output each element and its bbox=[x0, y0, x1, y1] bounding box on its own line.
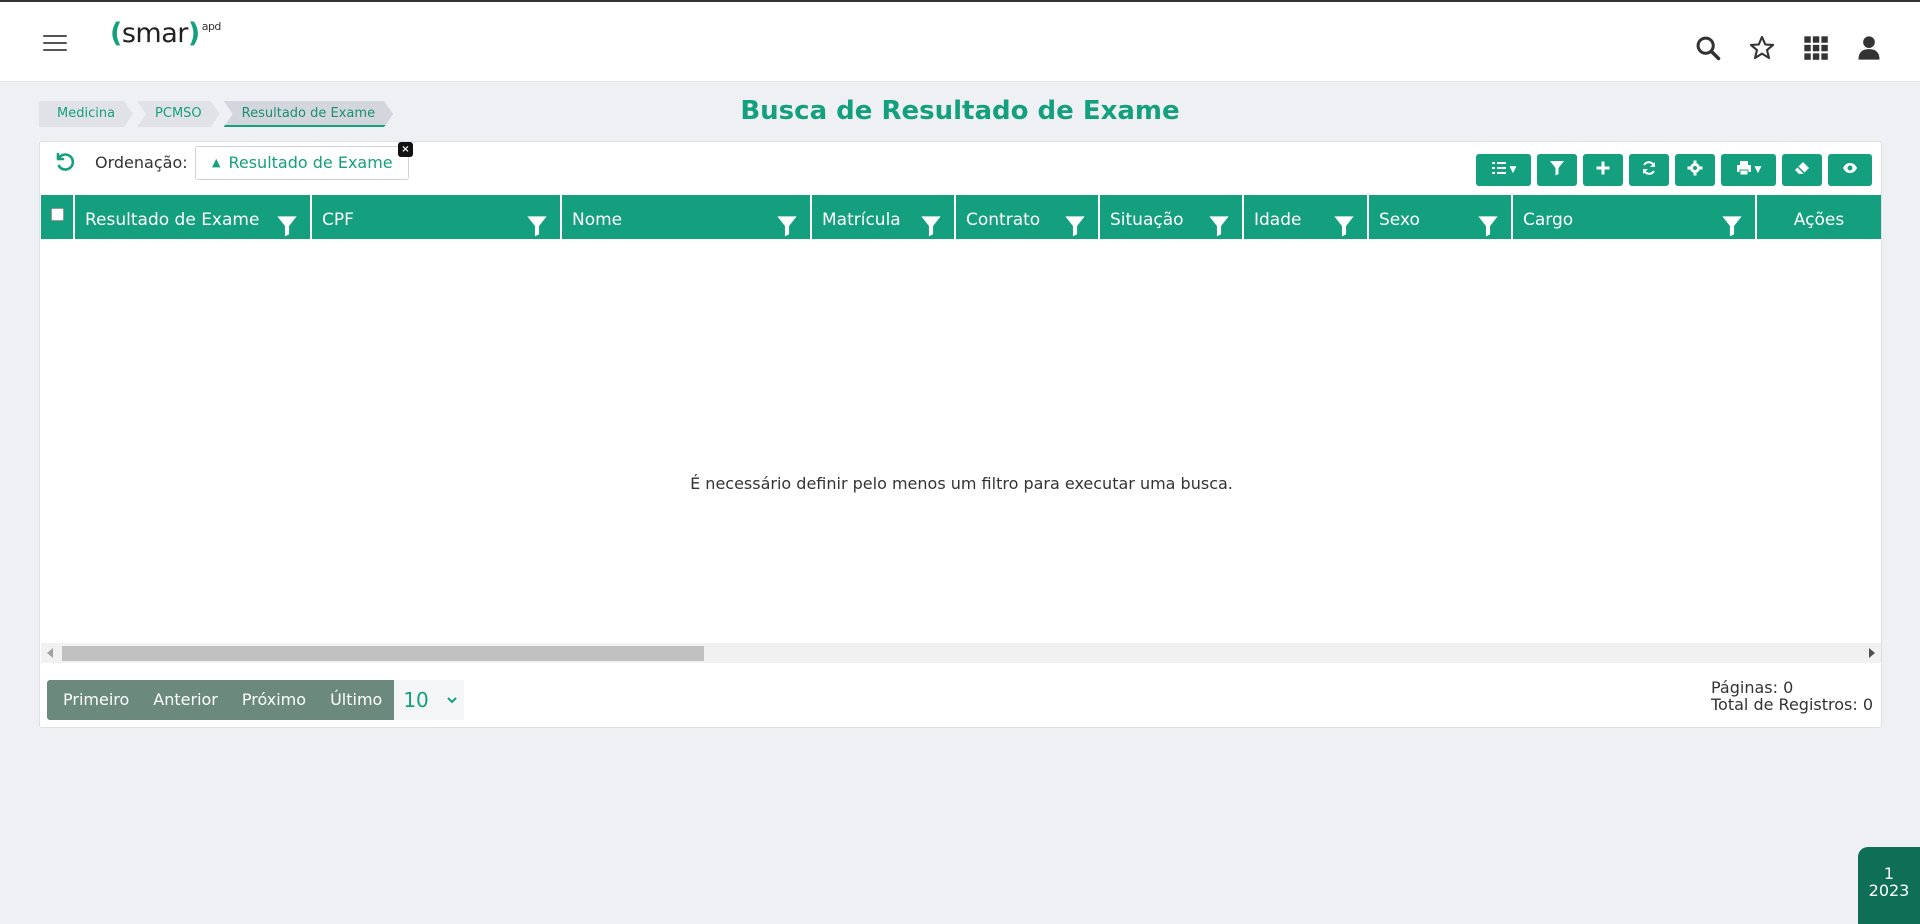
column-filter-icon[interactable] bbox=[526, 207, 548, 237]
column-idade[interactable]: Idade bbox=[1244, 195, 1369, 239]
column-acoes: Ações bbox=[1793, 210, 1845, 230]
close-icon[interactable]: × bbox=[398, 142, 413, 157]
eye-icon bbox=[1842, 160, 1858, 180]
user-icon[interactable] bbox=[1855, 34, 1883, 62]
undo-icon[interactable] bbox=[52, 149, 76, 173]
search-icon[interactable] bbox=[1694, 34, 1722, 62]
breadcrumb-item-resultado-de-exame[interactable]: Resultado de Exame bbox=[224, 101, 393, 127]
next-page-button[interactable]: Próximo bbox=[229, 680, 319, 720]
view-button[interactable] bbox=[1828, 154, 1872, 186]
breadcrumb-item-medicina[interactable]: Medicina bbox=[39, 101, 133, 127]
period-badge[interactable]: 1 2023 bbox=[1858, 847, 1920, 924]
settings-icon bbox=[1687, 160, 1703, 180]
column-filter-icon[interactable] bbox=[1477, 207, 1499, 237]
column-cargo[interactable]: Cargo bbox=[1513, 195, 1757, 239]
previous-page-button[interactable]: Anterior bbox=[141, 680, 230, 720]
eraser-icon bbox=[1794, 160, 1810, 180]
settings-button[interactable] bbox=[1675, 154, 1715, 186]
column-filter-icon[interactable] bbox=[1064, 207, 1086, 237]
column-nome[interactable]: Nome bbox=[562, 195, 812, 239]
app-header: (smar) apd bbox=[0, 2, 1920, 82]
breadcrumb: Medicina PCMSO Resultado de Exame bbox=[39, 101, 397, 127]
empty-message: É necessário definir pelo menos um filtr… bbox=[690, 474, 1233, 493]
columns-list-icon bbox=[1491, 160, 1507, 180]
clear-button[interactable] bbox=[1782, 154, 1822, 186]
filter-icon bbox=[1549, 160, 1565, 180]
caret-down-icon: ▼ bbox=[1754, 165, 1762, 175]
column-filter-icon[interactable] bbox=[1333, 207, 1355, 237]
pagination: Primeiro Anterior Próximo Último 10 bbox=[47, 680, 465, 720]
sort-chip-label: Resultado de Exame bbox=[228, 153, 393, 172]
scroll-right-icon[interactable] bbox=[1869, 648, 1875, 658]
last-page-button[interactable]: Último bbox=[318, 680, 395, 720]
period-month: 1 bbox=[1883, 864, 1895, 883]
period-year: 2023 bbox=[1868, 881, 1910, 900]
logo[interactable]: (smar) apd bbox=[110, 18, 221, 58]
chevron-down-icon bbox=[447, 697, 458, 704]
breadcrumb-item-pcmso[interactable]: PCMSO bbox=[137, 101, 220, 127]
apps-grid-icon[interactable] bbox=[1802, 34, 1830, 62]
select-all-checkbox[interactable] bbox=[51, 208, 64, 221]
column-resultado-de-exame[interactable]: Resultado de Exame bbox=[75, 195, 312, 239]
column-filter-icon[interactable] bbox=[276, 207, 298, 237]
column-filter-icon[interactable] bbox=[1208, 207, 1230, 237]
page-title: Busca de Resultado de Exame bbox=[740, 96, 1180, 126]
column-contrato[interactable]: Contrato bbox=[956, 195, 1100, 239]
column-filter-icon[interactable] bbox=[1721, 207, 1743, 237]
search-panel: Ordenação: ▲ Resultado de Exame × ▼ ▼ Re… bbox=[39, 141, 1882, 728]
scrollbar-thumb[interactable] bbox=[62, 646, 704, 661]
ordering-label: Ordenação: bbox=[95, 153, 188, 172]
refresh-button[interactable] bbox=[1629, 154, 1669, 186]
table-header: Resultado de Exame CPF Nome Matrícula Co… bbox=[41, 195, 1881, 239]
sort-chip[interactable]: ▲ Resultado de Exame bbox=[195, 146, 409, 180]
menu-icon[interactable] bbox=[43, 35, 67, 53]
total-records: Total de Registros: 0 bbox=[1711, 695, 1873, 714]
add-button[interactable] bbox=[1583, 154, 1623, 186]
horizontal-scrollbar[interactable] bbox=[41, 643, 1881, 663]
toolbar: ▼ ▼ bbox=[1476, 154, 1872, 186]
select-all-cell bbox=[41, 195, 75, 239]
print-icon bbox=[1736, 160, 1752, 180]
column-filter-icon[interactable] bbox=[776, 207, 798, 237]
scroll-left-icon[interactable] bbox=[47, 648, 53, 658]
pages-count: Páginas: 0 bbox=[1711, 678, 1794, 697]
print-button[interactable]: ▼ bbox=[1721, 154, 1776, 186]
star-icon[interactable] bbox=[1748, 34, 1776, 62]
refresh-icon bbox=[1641, 160, 1657, 180]
column-situacao[interactable]: Situação bbox=[1100, 195, 1244, 239]
sort-ascending-icon: ▲ bbox=[212, 156, 221, 169]
page-size-value: 10 bbox=[403, 688, 429, 712]
caret-down-icon: ▼ bbox=[1509, 165, 1517, 175]
add-icon bbox=[1595, 160, 1611, 180]
page-size-select[interactable]: 10 bbox=[394, 680, 465, 720]
first-page-button[interactable]: Primeiro bbox=[47, 680, 142, 720]
pagination-info: Páginas: 0 Total de Registros: 0 bbox=[1711, 679, 1873, 713]
column-matricula[interactable]: Matrícula bbox=[812, 195, 956, 239]
filter-button[interactable] bbox=[1537, 154, 1577, 186]
column-sexo[interactable]: Sexo bbox=[1369, 195, 1513, 239]
column-cpf[interactable]: CPF bbox=[312, 195, 562, 239]
columns-list-button[interactable]: ▼ bbox=[1476, 154, 1531, 186]
column-filter-icon[interactable] bbox=[920, 207, 942, 237]
